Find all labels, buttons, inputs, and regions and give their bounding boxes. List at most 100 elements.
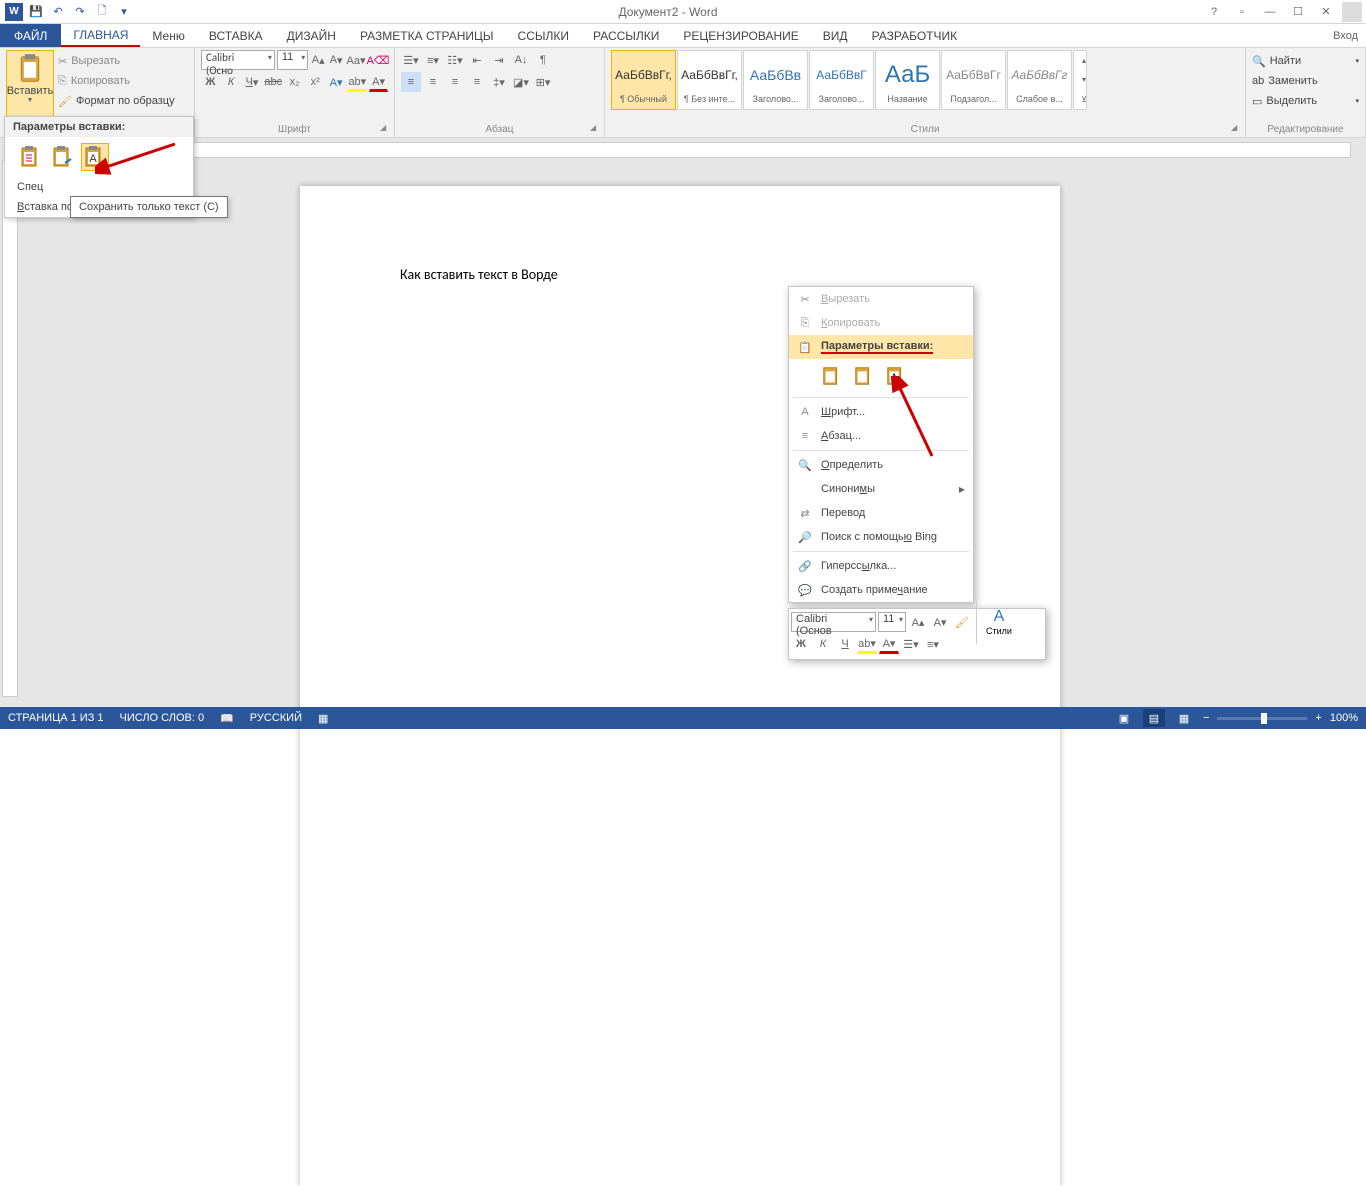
style-emphasis[interactable]: АаБбВвГгСлабое в... <box>1007 50 1072 110</box>
cm-cut[interactable]: ✂Вырезать <box>789 287 973 311</box>
user-avatar[interactable] <box>1342 2 1362 22</box>
select-button[interactable]: ▭Выделить▾ <box>1252 92 1359 110</box>
align-right-icon[interactable]: ≡ <box>445 72 465 92</box>
styles-expand-icon[interactable]: ⊻ <box>1074 90 1094 109</box>
tab-mailings[interactable]: РАССЫЛКИ <box>581 24 671 47</box>
change-case-icon[interactable]: Aa▾ <box>346 50 366 70</box>
font-name-combo[interactable]: Calibri (Осно <box>201 50 275 70</box>
style-heading1[interactable]: АаБбВвЗаголово... <box>743 50 808 110</box>
tab-layout[interactable]: РАЗМЕТКА СТРАНИЦЫ <box>348 24 506 47</box>
view-print-icon[interactable]: ▤ <box>1143 709 1165 727</box>
underline-icon[interactable]: Ч▾ <box>243 72 262 92</box>
mt-grow-font-icon[interactable]: A▴ <box>908 612 928 632</box>
style-subtitle[interactable]: АаБбВвГгПодзагол... <box>941 50 1006 110</box>
justify-icon[interactable]: ≡ <box>467 72 487 92</box>
mt-styles-button[interactable]: AСтили <box>981 608 1017 636</box>
style-no-spacing[interactable]: АаБбВвГг,¶ Без инте... <box>677 50 742 110</box>
cm-copy[interactable]: ⎘Копировать <box>789 311 973 335</box>
tab-references[interactable]: ССЫЛКИ <box>506 24 581 47</box>
style-title[interactable]: АаБНазвание <box>875 50 940 110</box>
superscript-icon[interactable]: x² <box>306 72 325 92</box>
tab-menu[interactable]: Меню <box>140 24 196 47</box>
subscript-icon[interactable]: x₂ <box>285 72 304 92</box>
mt-font-color-icon[interactable]: A▾ <box>879 634 899 654</box>
decrease-indent-icon[interactable]: ⇤ <box>467 50 487 70</box>
zoom-slider[interactable] <box>1217 717 1307 720</box>
paste-merge-icon[interactable] <box>49 143 77 171</box>
mt-format-painter-icon[interactable]: 🖌 <box>952 612 972 632</box>
text-effects-icon[interactable]: A▾ <box>327 72 346 92</box>
sb-word-count[interactable]: ЧИСЛО СЛОВ: 0 <box>120 712 205 724</box>
zoom-out-icon[interactable]: − <box>1203 712 1209 724</box>
tab-review[interactable]: РЕЦЕНЗИРОВАНИЕ <box>671 24 810 47</box>
styles-row-down-icon[interactable]: ▾ <box>1074 70 1094 89</box>
font-dialog-launcher[interactable]: ◢ <box>380 123 392 135</box>
cm-paste-keep-source-icon[interactable] <box>819 363 845 389</box>
sb-macro-icon[interactable]: ▦ <box>318 712 328 725</box>
bullets-icon[interactable]: ☰▾ <box>401 50 421 70</box>
align-left-icon[interactable]: ≡ <box>401 72 421 92</box>
show-marks-icon[interactable]: ¶ <box>533 50 553 70</box>
grow-font-icon[interactable]: A▴ <box>310 50 326 70</box>
view-read-icon[interactable]: ▣ <box>1113 709 1135 727</box>
style-heading2[interactable]: АаБбВвГЗаголово... <box>809 50 874 110</box>
tab-file[interactable]: ФАЙЛ <box>0 24 61 47</box>
sb-language[interactable]: РУССКИЙ <box>250 712 302 724</box>
new-doc-icon[interactable]: 🗋 <box>92 2 112 22</box>
tab-developer[interactable]: РАЗРАБОТЧИК <box>860 24 970 47</box>
mt-bullets-icon[interactable]: ☰▾ <box>901 634 921 654</box>
font-size-combo[interactable]: 11 <box>277 50 308 70</box>
style-normal[interactable]: АаБбВвГг,¶ Обычный <box>611 50 676 110</box>
mt-highlight-icon[interactable]: ab▾ <box>857 634 877 654</box>
mt-shrink-font-icon[interactable]: A▾ <box>930 612 950 632</box>
word-app-icon[interactable]: W <box>4 2 24 22</box>
mt-italic-icon[interactable]: К <box>813 634 833 654</box>
paste-keep-source-icon[interactable] <box>17 143 45 171</box>
cm-translate[interactable]: ⇄Перевод <box>789 501 973 525</box>
mt-numbering-icon[interactable]: ≡▾ <box>923 634 943 654</box>
paragraph-dialog-launcher[interactable]: ◢ <box>590 123 602 135</box>
view-web-icon[interactable]: ▦ <box>1173 709 1195 727</box>
tab-design[interactable]: ДИЗАЙН <box>275 24 348 47</box>
format-painter-button[interactable]: 🖌Формат по образцу <box>58 92 175 110</box>
maximize-icon[interactable]: ☐ <box>1286 2 1310 22</box>
zoom-level[interactable]: 100% <box>1330 712 1358 724</box>
sb-proofing-icon[interactable]: 📖 <box>220 712 234 725</box>
line-spacing-icon[interactable]: ‡▾ <box>489 72 509 92</box>
styles-dialog-launcher[interactable]: ◢ <box>1231 123 1243 135</box>
document-text[interactable]: Как вставить текст в Ворде <box>400 266 558 283</box>
mt-size-combo[interactable]: 11 <box>878 612 906 632</box>
sort-icon[interactable]: A↓ <box>511 50 531 70</box>
sb-page[interactable]: СТРАНИЦА 1 ИЗ 1 <box>8 712 104 724</box>
paste-button[interactable]: Вставить ▼ <box>6 50 54 118</box>
multilevel-icon[interactable]: ☷▾ <box>445 50 465 70</box>
align-center-icon[interactable]: ≡ <box>423 72 443 92</box>
cut-button[interactable]: ✂Вырезать <box>58 52 175 70</box>
qat-dropdown-icon[interactable]: ▾ <box>114 2 134 22</box>
vertical-ruler[interactable] <box>2 160 18 697</box>
find-button[interactable]: 🔍Найти▾ <box>1252 52 1359 70</box>
shrink-font-icon[interactable]: A▾ <box>328 50 344 70</box>
borders-icon[interactable]: ⊞▾ <box>533 72 553 92</box>
tab-view[interactable]: ВИД <box>811 24 860 47</box>
horizontal-ruler[interactable] <box>20 142 1351 158</box>
mt-bold-icon[interactable]: Ж <box>791 634 811 654</box>
tab-insert[interactable]: ВСТАВКА <box>197 24 275 47</box>
cm-comment[interactable]: 💬Создать примечание <box>789 578 973 602</box>
mt-font-combo[interactable]: Calibri (Основ <box>791 612 876 632</box>
shading-icon[interactable]: ◪▾ <box>511 72 531 92</box>
redo-icon[interactable]: ↷ <box>70 2 90 22</box>
ribbon-collapse-icon[interactable]: ▫ <box>1230 2 1254 22</box>
close-icon[interactable]: ✕ <box>1314 2 1338 22</box>
undo-icon[interactable]: ↶ <box>48 2 68 22</box>
minimize-icon[interactable]: — <box>1258 2 1282 22</box>
numbering-icon[interactable]: ≡▾ <box>423 50 443 70</box>
replace-button[interactable]: abЗаменить <box>1252 72 1359 90</box>
increase-indent-icon[interactable]: ⇥ <box>489 50 509 70</box>
help-icon[interactable]: ? <box>1202 2 1226 22</box>
clear-format-icon[interactable]: A⌫ <box>368 50 388 70</box>
font-color-icon[interactable]: A▾ <box>369 72 388 92</box>
cm-search-bing[interactable]: 🔎Поиск с помощью Bing <box>789 525 973 549</box>
cm-synonyms[interactable]: Синонимы▶ <box>789 477 973 501</box>
cm-paste-merge-icon[interactable] <box>851 363 877 389</box>
